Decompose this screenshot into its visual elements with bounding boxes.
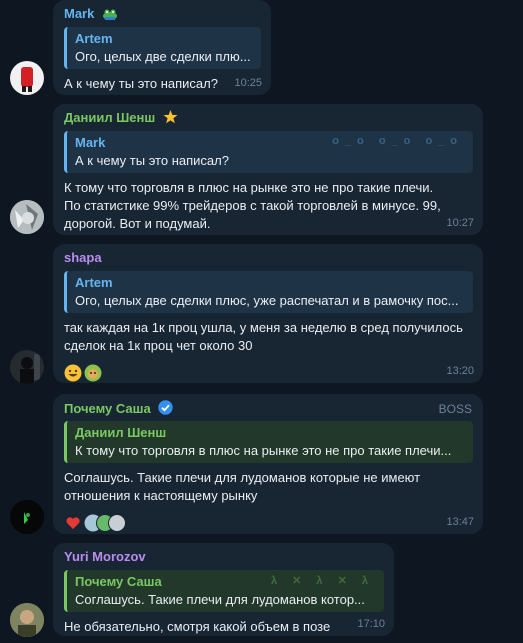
- sender-name[interactable]: Почему Саша: [64, 400, 473, 417]
- reply-author: Даниил Шенш: [75, 425, 167, 440]
- reply-quote[interactable]: Artem Ого, целых две сделки плю...: [64, 27, 261, 69]
- reply-quote[interactable]: Artem Ого, целых две сделки плюс, уже ра…: [64, 271, 473, 313]
- heart-icon[interactable]: [64, 514, 82, 532]
- sender-label[interactable]: Mark: [64, 6, 94, 21]
- reply-author: Artem: [75, 275, 113, 290]
- reactor-avatars-icon[interactable]: [84, 514, 126, 532]
- sender-name[interactable]: Даниил Шенш: [64, 110, 473, 127]
- reactions-row: [64, 513, 473, 533]
- reply-text: Ого, целых две сделки плю...: [75, 49, 251, 64]
- message-text: К тому что торговля в плюс на рынке это …: [64, 180, 441, 231]
- pattern-decoration: λ ✕ λ ✕ λ: [270, 575, 374, 587]
- message-time: 13:20: [446, 365, 474, 377]
- avatar[interactable]: [10, 61, 44, 95]
- message-bubble: Почему Саша BOSS Даниил Шенш К тому что …: [53, 394, 483, 534]
- sender-name[interactable]: shapa: [64, 250, 473, 267]
- reply-quote[interactable]: o_o o_o o_o Mark А к чему ты это написал…: [64, 131, 473, 173]
- sender-name[interactable]: Yuri Morozov: [64, 549, 384, 566]
- message-time: 10:25: [234, 77, 262, 89]
- message-text: Соглашусь. Такие плечи для лудоманов кот…: [64, 470, 421, 503]
- reply-text: К тому что торговля в плюс на рынке это …: [75, 443, 452, 458]
- avatar[interactable]: [10, 500, 44, 534]
- message-bubble: shapa Artem Ого, целых две сделки плюс, …: [53, 244, 483, 383]
- avatar[interactable]: [10, 603, 44, 637]
- message-bubble: Yuri Morozov λ ✕ λ ✕ λ Почему Саша Согла…: [53, 543, 394, 636]
- message-text: так каждая на 1к проц ушла, у меня за не…: [64, 320, 463, 353]
- reply-text: Ого, целых две сделки плюс, уже распечат…: [75, 293, 459, 308]
- reply-text: А к чему ты это написал?: [75, 153, 229, 168]
- message-time: 13:47: [446, 516, 474, 528]
- sender-label[interactable]: Yuri Morozov: [64, 549, 146, 564]
- sender-label[interactable]: Даниил Шенш: [64, 110, 155, 125]
- frog-emoji-icon: [102, 8, 118, 24]
- pattern-decoration: o_o o_o o_o: [332, 135, 463, 147]
- avatar[interactable]: [10, 200, 44, 234]
- reply-text: Соглашусь. Такие плечи для лудоманов кот…: [75, 592, 365, 607]
- sender-name[interactable]: Mark: [64, 6, 261, 23]
- sender-label[interactable]: Почему Саша: [64, 401, 151, 416]
- reply-quote[interactable]: Даниил Шенш К тому что торговля в плюс н…: [64, 421, 473, 463]
- message-text: Не обязательно, смотря какой объем в поз…: [64, 619, 331, 634]
- reply-quote[interactable]: λ ✕ λ ✕ λ Почему Саша Соглашусь. Такие п…: [64, 570, 384, 612]
- grinning-emoji-icon[interactable]: [64, 364, 82, 382]
- reactions-row: [64, 363, 473, 383]
- reply-author: Artem: [75, 31, 113, 46]
- sender-label[interactable]: shapa: [64, 250, 102, 265]
- message-bubble: Даниил Шенш o_o o_o o_o Mark А к чему ты…: [53, 104, 483, 235]
- message-time: 17:10: [357, 618, 385, 630]
- sticker-reaction-icon[interactable]: [84, 364, 102, 382]
- avatar[interactable]: [10, 350, 44, 384]
- message-text: А к чему ты это написал?: [64, 76, 218, 91]
- verified-icon: [158, 400, 174, 419]
- message-bubble: Mark Artem Ого, целых две сделки плю... …: [53, 0, 271, 95]
- admin-role-label: BOSS: [438, 402, 472, 416]
- message-time: 10:27: [446, 217, 474, 229]
- star-icon: [163, 110, 178, 128]
